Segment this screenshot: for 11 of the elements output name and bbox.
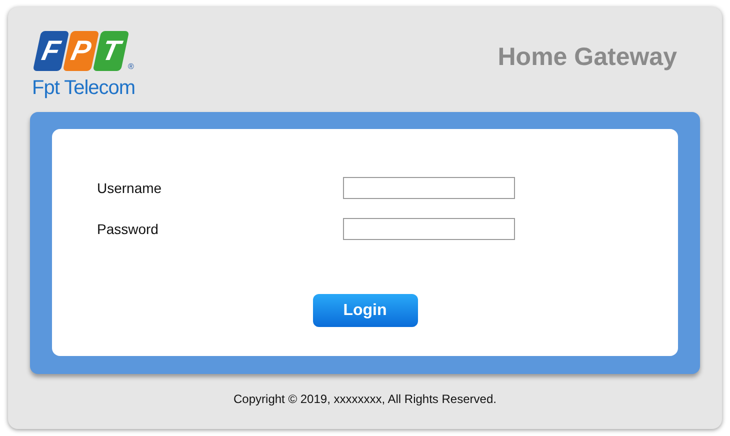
field-label: Password xyxy=(97,221,160,237)
registered-mark: ® xyxy=(128,62,134,71)
input-field[interactable] xyxy=(343,218,515,240)
copyright-text: Copyright © 2019, xxxxxxxx, All Rights Reserved. xyxy=(234,392,496,406)
company-name: Fpt Telecom xyxy=(32,77,136,100)
logo-letter-tile: T xyxy=(92,31,130,71)
logo-letter-tile: F xyxy=(32,31,70,71)
field-label: Username xyxy=(97,180,163,196)
login-button[interactable]: Login xyxy=(312,294,418,327)
input-field[interactable] xyxy=(343,177,515,199)
page-title: Home Gateway xyxy=(498,43,677,72)
